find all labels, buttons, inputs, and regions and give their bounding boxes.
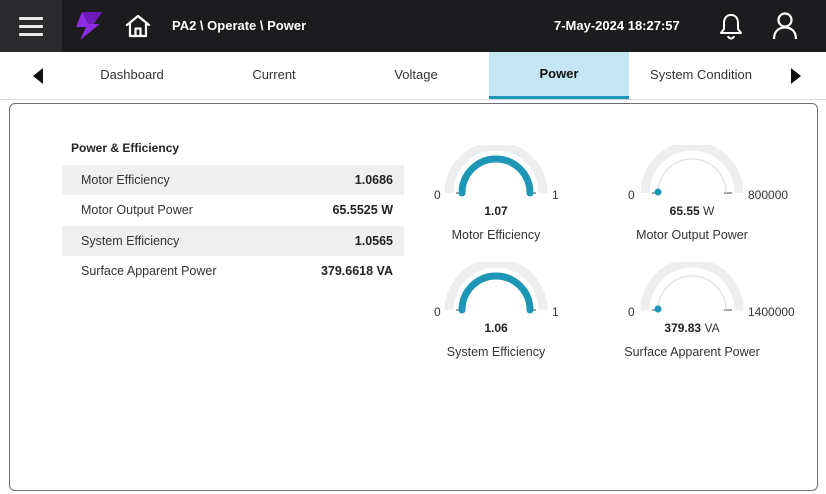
- datetime: 7-May-2024 18:27:57: [554, 18, 680, 33]
- tab-scroll-left-icon[interactable]: [18, 52, 58, 99]
- tab-dashboard[interactable]: Dashboard: [62, 52, 202, 99]
- tab-power[interactable]: Power: [489, 52, 629, 99]
- gauge-title: Surface Apparent Power: [624, 345, 760, 359]
- gauge-min-label: 0: [628, 305, 635, 319]
- gauge-max-label: 800000: [748, 188, 789, 202]
- row-label: Surface Apparent Power: [81, 264, 217, 278]
- tab-bar: Dashboard Current Voltage Power System C…: [0, 52, 826, 100]
- top-bar: PA2 \ Operate \ Power 7-May-2024 18:27:5…: [0, 0, 826, 52]
- tab-voltage[interactable]: Voltage: [346, 52, 486, 99]
- row-value: 1.0686: [354, 173, 393, 187]
- row-value: 379.6618 VA: [320, 264, 393, 278]
- menu-icon[interactable]: [0, 0, 62, 52]
- row-label: System Efficiency: [81, 234, 180, 248]
- gauge-fill-dot: [654, 305, 662, 313]
- gauge-max-label: 1400000: [748, 305, 795, 319]
- bell-icon[interactable]: [718, 12, 744, 40]
- gauge-title: Motor Output Power: [636, 228, 748, 242]
- gauge-dial: [640, 262, 744, 313]
- gauge-track: [657, 275, 727, 311]
- row-label: Motor Efficiency: [81, 173, 170, 187]
- gauge-min-label: 0: [434, 188, 441, 202]
- row-label: Motor Output Power: [81, 203, 193, 217]
- breadcrumb: PA2 \ Operate \ Power: [172, 18, 307, 33]
- gauge-max-label: 1: [552, 188, 559, 202]
- gauge-value: 65.55 W: [669, 204, 715, 218]
- gauge-fill-dot: [654, 188, 662, 196]
- tab-current[interactable]: Current: [204, 52, 344, 99]
- gauge-min-label: 0: [628, 188, 635, 202]
- home-icon[interactable]: [124, 13, 152, 39]
- gauge-dial: [640, 145, 744, 196]
- app-logo[interactable]: [72, 10, 104, 42]
- gauge-max-label: 1: [552, 305, 559, 319]
- table-row: Motor Efficiency 1.0686: [62, 165, 404, 195]
- user-icon[interactable]: [770, 11, 800, 41]
- gauge-title: Motor Efficiency: [451, 228, 541, 242]
- gauge-title: System Efficiency: [446, 345, 546, 359]
- gauge-value: 379.83 VA: [664, 321, 720, 335]
- tab-scroll-right-icon[interactable]: [776, 52, 816, 99]
- gauge-track: [657, 158, 727, 194]
- gauge-fill: [458, 155, 534, 197]
- gauge-dial: [444, 262, 548, 314]
- row-value: 1.0565: [354, 234, 393, 248]
- table-row: Motor Output Power 65.5525 W: [62, 195, 404, 225]
- gauge-fill: [458, 272, 534, 314]
- gauge-value: 1.06: [484, 321, 508, 335]
- table-row: Surface Apparent Power 379.6618 VA: [62, 256, 404, 286]
- gauge-dial: [444, 145, 548, 197]
- gauge-value: 1.07: [484, 204, 508, 218]
- tab-system-condition[interactable]: System Condition: [631, 52, 771, 99]
- row-value: 65.5525 W: [332, 203, 393, 217]
- gauge-min-label: 0: [434, 305, 441, 319]
- table-row: System Efficiency 1.0565: [62, 226, 404, 256]
- section-title: Power & Efficiency: [71, 141, 180, 155]
